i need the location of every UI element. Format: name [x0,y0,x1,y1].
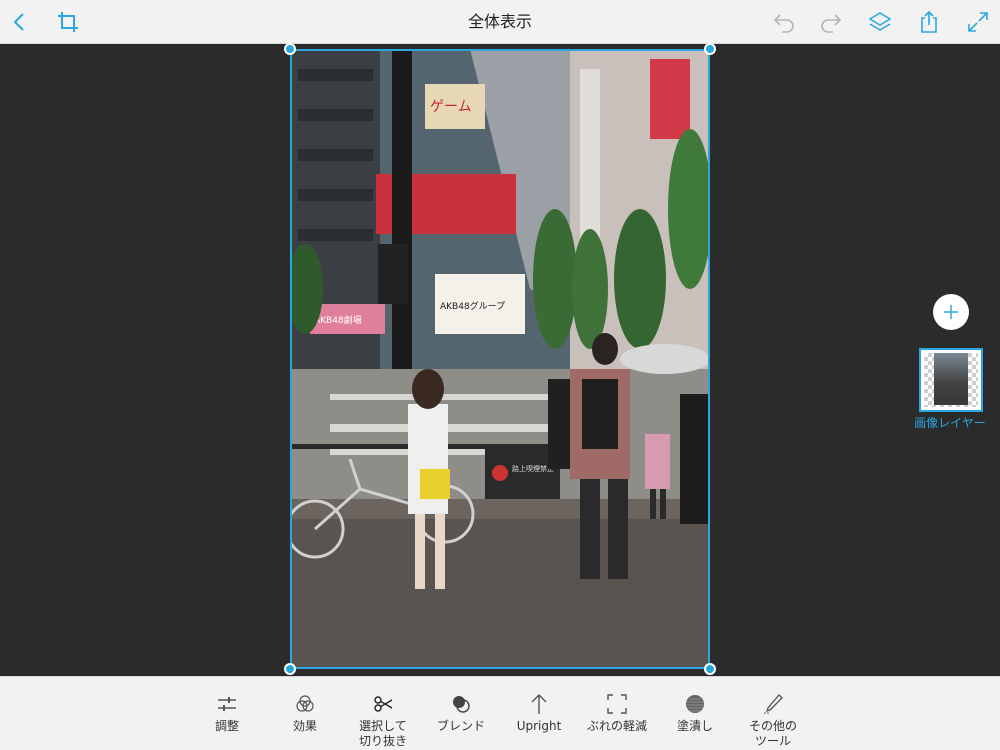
tool-effects[interactable]: 効果 [266,677,344,750]
akb-theater-sign-text: AKB48劇場 [314,314,362,326]
layer-preview [934,353,968,405]
street-photo: ゲーム AKB48グループ AKB48劇場 路上喫煙禁止 [290,49,710,669]
tool-label: その他の ツール [748,719,797,748]
layers-icon[interactable] [864,6,896,38]
scissors-icon [372,693,394,715]
tool-label: 塗潰し [676,719,713,733]
top-bar: 全体表示 [0,0,1000,44]
tool-label: 調整 [214,719,239,733]
resize-handle-bottom-right[interactable] [704,663,716,675]
tool-select-cut[interactable]: 選択して 切り抜き [344,677,422,750]
tool-shake-reduction[interactable]: ぶれの軽減 [578,677,656,750]
transparency-checkerboard [924,353,978,407]
undo-icon[interactable] [768,6,800,38]
tool-adjust[interactable]: 調整 [188,677,266,750]
game-sign-text: ゲーム [430,99,472,115]
tool-label: 効果 [292,719,317,733]
tool-label: ブレンド [436,719,485,733]
tool-blend[interactable]: ブレンド [422,677,500,750]
resize-handle-top-left[interactable] [284,43,296,55]
resize-handle-bottom-left[interactable] [284,663,296,675]
tool-label: 選択して 切り抜き [358,719,407,748]
add-layer-button[interactable] [933,294,969,330]
akb-group-sign-text: AKB48グループ [440,300,505,312]
layer-label: 画像レイヤー [914,416,986,430]
shake-reduction-icon [606,693,628,715]
effects-icon [294,693,316,715]
sliders-icon [216,693,238,715]
resize-handle-top-right[interactable] [704,43,716,55]
page-title: 全体表示 [467,12,532,31]
no-smoking-sign-text: 路上喫煙禁止 [512,464,554,473]
editing-canvas[interactable]: ゲーム AKB48グループ AKB48劇場 路上喫煙禁止 [0,43,1000,676]
fullscreen-icon[interactable] [962,6,994,38]
redo-icon[interactable] [815,6,847,38]
bottom-toolbar: 調整 効果 選択して 切り抜き ブレンド Upright ぶれの軽減 塗潰し そ… [0,676,1000,750]
tool-more[interactable]: その他の ツール [734,677,812,750]
fill-icon [684,693,706,715]
tool-fill[interactable]: 塗潰し [656,677,734,750]
tool-upright[interactable]: Upright [500,677,578,750]
tool-label: Upright [516,719,562,733]
blend-icon [450,693,472,715]
image-layer-thumbnail[interactable] [919,348,983,412]
plus-icon [943,304,959,320]
share-icon[interactable] [913,6,945,38]
tool-label: ぶれの軽減 [586,719,647,733]
upright-arrow-icon [528,693,550,715]
pencil-icon [762,693,784,715]
photo-image-layer[interactable]: ゲーム AKB48グループ AKB48劇場 路上喫煙禁止 [290,49,710,669]
